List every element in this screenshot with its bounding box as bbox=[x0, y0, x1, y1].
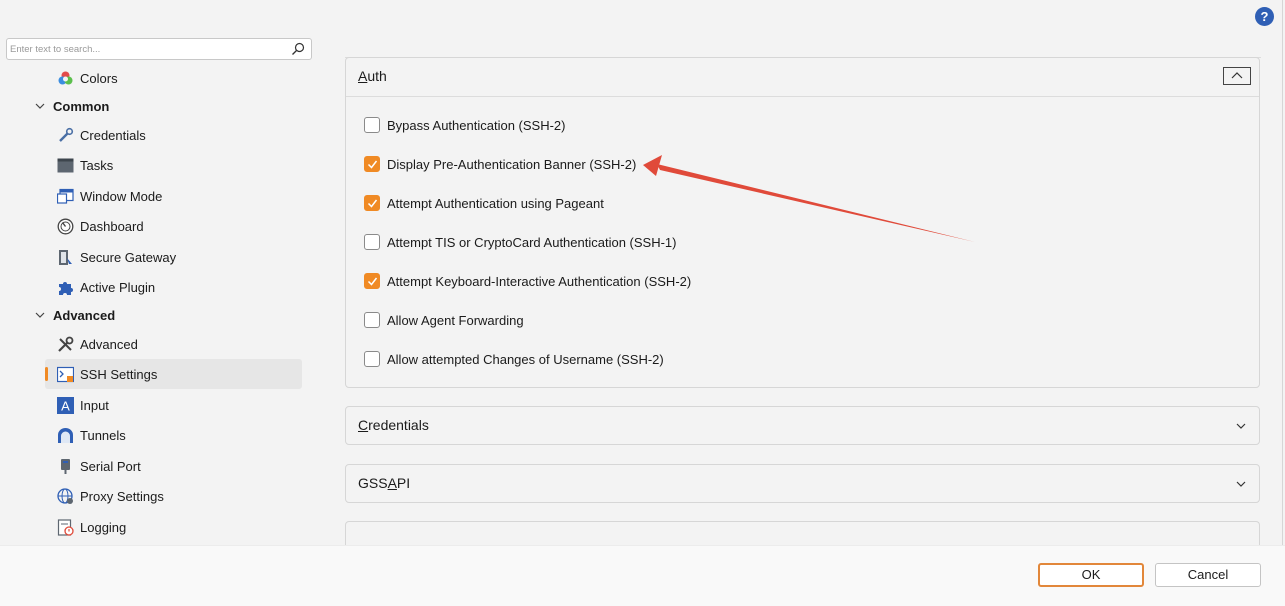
dialog-footer: OK Cancel bbox=[0, 545, 1285, 606]
sidebar-item-credentials[interactable]: Credentials bbox=[57, 124, 146, 146]
sidebar-item-active-plugin[interactable]: Active Plugin bbox=[57, 276, 155, 298]
checkbox-checked[interactable] bbox=[364, 195, 380, 211]
sidebar-item-label: Dashboard bbox=[80, 218, 144, 234]
checkmark-icon bbox=[367, 277, 378, 286]
sidebar-item-logging[interactable]: Logging bbox=[57, 516, 126, 538]
tunnels-icon bbox=[58, 427, 73, 443]
sidebar-item-label: Window Mode bbox=[80, 188, 163, 204]
checkbox[interactable] bbox=[364, 351, 380, 367]
credentials-icon bbox=[59, 127, 74, 142]
sidebar-item-label: Input bbox=[80, 397, 109, 413]
checkmark-icon bbox=[367, 160, 378, 169]
sidebar-item-proxy-settings[interactable]: Proxy Settings bbox=[57, 485, 164, 507]
chevron-up-icon bbox=[1231, 72, 1243, 79]
sidebar-item-tasks[interactable]: Tasks bbox=[57, 154, 113, 176]
chevron-down-icon[interactable] bbox=[34, 309, 46, 321]
sidebar-item-label: Proxy Settings bbox=[80, 488, 164, 504]
sidebar-item-label: Secure Gateway bbox=[80, 249, 177, 265]
chevron-down-icon[interactable] bbox=[1235, 478, 1247, 490]
sidebar-item-dashboard[interactable]: Dashboard bbox=[57, 215, 144, 237]
sidebar-item-label: Advanced bbox=[80, 336, 138, 352]
sidebar-group-label: Advanced bbox=[53, 307, 116, 323]
sidebar-selection-indicator bbox=[45, 367, 48, 381]
sidebar-item-ssh-settings[interactable]: SSH Settings bbox=[57, 363, 157, 385]
option-tis-cryptocard[interactable]: Attempt TIS or CryptoCard Authentication… bbox=[364, 232, 677, 252]
checkbox-label: Bypass Authentication (SSH-2) bbox=[387, 117, 566, 133]
sidebar-item-secure-gateway[interactable]: Secure Gateway bbox=[57, 246, 176, 268]
ok-button[interactable]: OK bbox=[1038, 563, 1144, 587]
secure-gateway-icon bbox=[59, 249, 72, 265]
checkmark-icon bbox=[367, 199, 378, 208]
sidebar-item-label: SSH Settings bbox=[80, 366, 158, 382]
checkbox-checked[interactable] bbox=[364, 273, 380, 289]
svg-text:A: A bbox=[61, 398, 70, 413]
gssapi-section-title: GSSAPI bbox=[358, 475, 411, 491]
option-keyboard-interactive[interactable]: Attempt Keyboard-Interactive Authenticat… bbox=[364, 271, 691, 291]
sidebar-group-label: Common bbox=[53, 98, 110, 114]
sidebar-item-label: Credentials bbox=[80, 127, 146, 143]
checkbox-label: Attempt Keyboard-Interactive Authenticat… bbox=[387, 273, 692, 289]
sidebar-item-label: Serial Port bbox=[80, 458, 141, 474]
checkbox-label: Attempt TIS or CryptoCard Authentication… bbox=[387, 234, 677, 250]
cancel-button[interactable]: Cancel bbox=[1155, 563, 1261, 587]
tasks-icon bbox=[57, 158, 74, 172]
help-icon[interactable]: ? bbox=[1255, 7, 1274, 26]
sidebar-item-advanced[interactable]: Advanced bbox=[57, 333, 138, 355]
search-icon[interactable] bbox=[291, 42, 305, 56]
proxy-settings-icon bbox=[57, 487, 73, 504]
plugin-icon bbox=[59, 281, 73, 295]
option-display-pre-auth-banner[interactable]: Display Pre-Authentication Banner (SSH-2… bbox=[364, 154, 636, 174]
checkbox[interactable] bbox=[364, 312, 380, 328]
chevron-down-icon[interactable] bbox=[34, 100, 46, 112]
option-change-username[interactable]: Allow attempted Changes of Username (SSH… bbox=[364, 349, 664, 369]
sidebar-group-advanced[interactable]: Advanced bbox=[34, 305, 115, 325]
checkbox-checked[interactable] bbox=[364, 156, 380, 172]
logging-icon bbox=[57, 518, 74, 536]
checkbox-label: Display Pre-Authentication Banner (SSH-2… bbox=[387, 156, 637, 172]
sidebar-item-colors[interactable]: Colors bbox=[57, 67, 118, 89]
sidebar-group-common[interactable]: Common bbox=[34, 96, 109, 116]
sidebar-item-label: Active Plugin bbox=[80, 279, 156, 295]
checkbox[interactable] bbox=[364, 117, 380, 133]
checkbox-label: Allow Agent Forwarding bbox=[387, 312, 524, 328]
checkbox[interactable] bbox=[364, 234, 380, 250]
window-mode-icon bbox=[57, 188, 74, 204]
input-icon: A bbox=[57, 396, 74, 414]
sidebar-item-label: Tunnels bbox=[80, 427, 126, 443]
auth-section-title: Auth bbox=[358, 68, 387, 84]
window-edge bbox=[1282, 0, 1283, 545]
sidebar-item-label: Colors bbox=[80, 70, 118, 86]
serial-port-icon bbox=[61, 458, 70, 474]
credentials-section-title: Credentials bbox=[358, 417, 429, 433]
chevron-down-icon[interactable] bbox=[1235, 420, 1247, 432]
auth-options: Bypass Authentication (SSH-2) Display Pr… bbox=[346, 96, 1259, 367]
ssh-settings-icon bbox=[57, 366, 74, 382]
sidebar-item-window-mode[interactable]: Window Mode bbox=[57, 185, 162, 207]
sidebar-item-label: Tasks bbox=[80, 157, 114, 173]
option-bypass-authentication[interactable]: Bypass Authentication (SSH-2) bbox=[364, 115, 565, 135]
colors-icon bbox=[58, 71, 73, 84]
gssapi-section[interactable]: GSSAPI bbox=[345, 464, 1260, 503]
tools-icon bbox=[58, 336, 74, 352]
search-box[interactable] bbox=[6, 38, 312, 60]
auth-section: Auth Bypass Authentication (SSH-2) Displ… bbox=[345, 57, 1260, 388]
sidebar-item-tunnels[interactable]: Tunnels bbox=[57, 424, 126, 446]
sidebar-item-label: Logging bbox=[80, 519, 127, 535]
search-input[interactable] bbox=[10, 41, 285, 57]
option-agent-forwarding[interactable]: Allow Agent Forwarding bbox=[364, 310, 524, 330]
collapse-button[interactable] bbox=[1223, 67, 1251, 85]
dashboard-icon bbox=[57, 218, 74, 234]
option-pageant[interactable]: Attempt Authentication using Pageant bbox=[364, 193, 604, 213]
checkbox-label: Attempt Authentication using Pageant bbox=[387, 195, 604, 211]
sidebar-item-input[interactable]: A Input bbox=[57, 394, 109, 416]
auth-section-header[interactable]: Auth bbox=[346, 58, 1259, 96]
checkbox-label: Allow attempted Changes of Username (SSH… bbox=[387, 351, 664, 367]
sidebar-item-serial-port[interactable]: Serial Port bbox=[57, 455, 141, 477]
credentials-section[interactable]: Credentials bbox=[345, 406, 1260, 445]
